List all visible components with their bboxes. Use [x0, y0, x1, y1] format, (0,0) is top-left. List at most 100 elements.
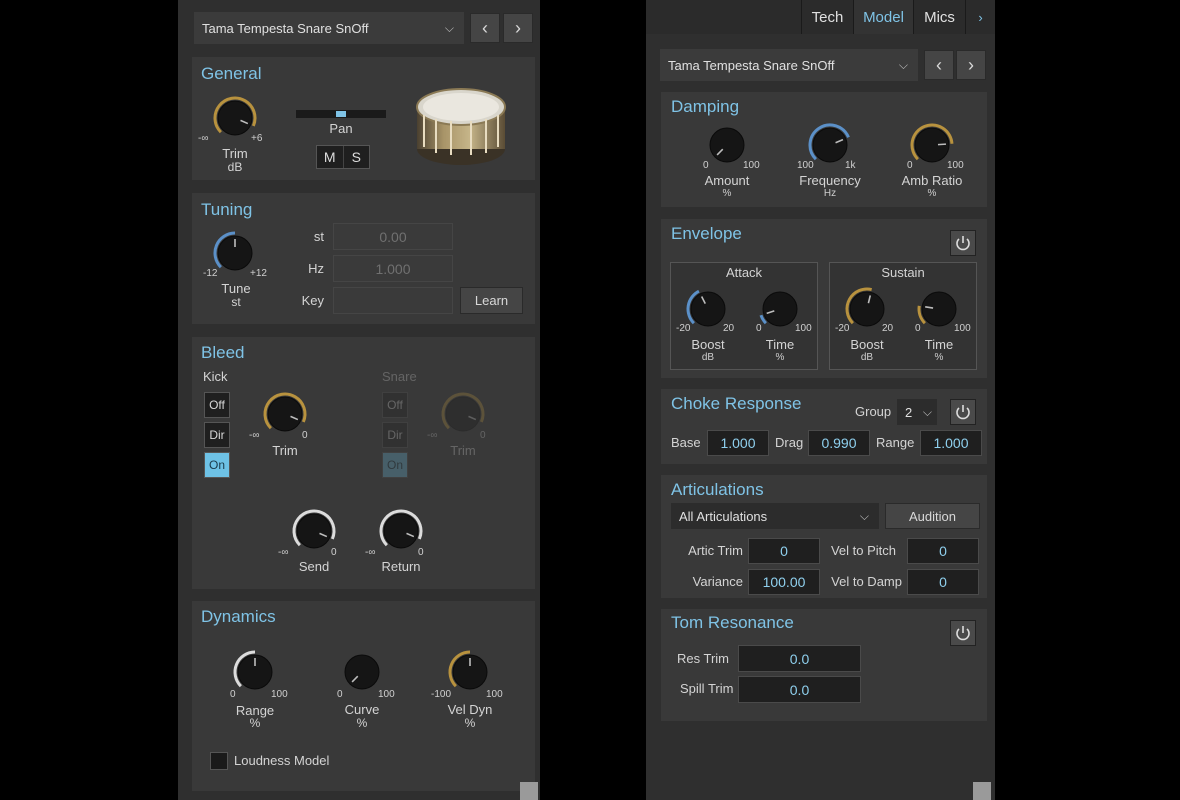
hz-label: Hz — [308, 261, 324, 276]
snare-off-button[interactable]: Off — [382, 392, 408, 418]
damping-section: Damping 0 100 Amount % 100 1k Frequency … — [661, 92, 987, 207]
damping-title: Damping — [671, 97, 740, 116]
tune-min: -12 — [203, 268, 218, 279]
tab-mics[interactable]: Mics — [913, 0, 965, 34]
envelope-power-button[interactable] — [950, 230, 976, 256]
learn-button[interactable]: Learn — [460, 287, 523, 314]
return-label: Return — [381, 559, 421, 574]
right-previous-preset-button[interactable]: ‹ — [924, 50, 954, 80]
range-label: Range — [876, 435, 915, 450]
drag-field[interactable]: 0.990 — [808, 430, 870, 456]
snare-bleed-group: Snare Off Dir On -∞ 0 Trim — [378, 367, 512, 485]
next-preset-button[interactable]: › — [503, 13, 533, 43]
amount-max: 100 — [743, 160, 760, 171]
curve-min: 0 — [337, 689, 343, 700]
articulation-select[interactable]: All Articulations ⌵ — [671, 503, 879, 529]
general-title: General — [201, 64, 262, 83]
tom-resonance-title: Tom Resonance — [671, 613, 794, 632]
tom-resonance-section: Tom Resonance Res Trim 0.0 Spill Trim 0.… — [661, 609, 987, 721]
chevron-left-icon: ‹ — [482, 17, 488, 38]
return-min: -∞ — [365, 547, 376, 558]
hz-field[interactable]: 1.000 — [333, 255, 453, 282]
snare-dir-button[interactable]: Dir — [382, 422, 408, 448]
range-field[interactable]: 1.000 — [920, 430, 982, 456]
choke-power-button[interactable] — [950, 399, 976, 425]
preset-select[interactable]: Tama Tempesta Snare SnOff ⌵ — [194, 12, 464, 44]
chevron-down-icon: ⌵ — [898, 58, 908, 72]
artic-trim-field[interactable]: 0 — [748, 538, 820, 564]
amb-ratio-min: 0 — [907, 160, 913, 171]
pan-slider[interactable] — [296, 110, 386, 118]
trim-label: Trim — [222, 146, 248, 161]
kick-on-button[interactable]: On — [204, 452, 230, 478]
tab-model[interactable]: Model — [853, 0, 913, 34]
group-select[interactable]: 2 ⌵ — [897, 399, 937, 425]
snare-on-button[interactable]: On — [382, 452, 408, 478]
curve-max: 100 — [378, 689, 395, 700]
group-value: 2 — [905, 404, 913, 420]
tuning-section: Tuning -12 +12 Tune st st 0.00 Hz 1.000 … — [192, 193, 535, 324]
audition-button[interactable]: Audition — [885, 503, 980, 529]
amb-ratio-max: 100 — [947, 160, 964, 171]
loudness-model-checkbox[interactable] — [210, 752, 228, 770]
right-panel: Tech Model Mics › Tama Tempesta Snare Sn… — [646, 0, 995, 800]
solo-button[interactable]: S — [344, 146, 370, 168]
range-max: 100 — [271, 689, 288, 700]
sustain-boost-unit: dB — [860, 352, 874, 363]
key-field[interactable] — [333, 287, 453, 314]
attack-group: Attack -20 20 Boost dB 0 100 Time % — [670, 262, 818, 370]
spill-trim-label: Spill Trim — [680, 681, 734, 696]
st-field[interactable]: 0.00 — [333, 223, 453, 250]
variance-field[interactable]: 100.00 — [748, 569, 820, 595]
attack-boost-min: -20 — [676, 323, 691, 334]
chevron-down-icon: ⌵ — [444, 21, 454, 35]
key-label: Key — [301, 293, 324, 308]
collapse-panel-button[interactable]: › — [965, 0, 995, 34]
previous-preset-button[interactable]: ‹ — [470, 13, 500, 43]
right-next-preset-button[interactable]: › — [956, 50, 986, 80]
variance-label: Variance — [692, 574, 743, 589]
attack-boost-max: 20 — [723, 323, 735, 334]
range-min: 0 — [230, 689, 236, 700]
tom-power-button[interactable] — [950, 620, 976, 646]
tab-tech[interactable]: Tech — [801, 0, 853, 34]
sustain-time-min: 0 — [915, 323, 921, 334]
kick-off-button[interactable]: Off — [204, 392, 230, 418]
frequency-label: Frequency — [799, 173, 861, 188]
vel-dyn-max: 100 — [486, 689, 503, 700]
amb-ratio-unit: % — [927, 188, 937, 199]
snare-trim-label: Trim — [450, 443, 476, 458]
mute-button[interactable]: M — [317, 146, 344, 168]
trim-unit: dB — [227, 160, 243, 174]
kick-dir-button[interactable]: Dir — [204, 422, 230, 448]
sustain-label: Sustain — [881, 265, 925, 280]
snare-trim-min: -∞ — [427, 430, 438, 441]
articulation-value: All Articulations — [679, 508, 768, 524]
sustain-boost-min: -20 — [835, 323, 850, 334]
vel-to-damp-field[interactable]: 0 — [907, 569, 979, 595]
artic-trim-label: Artic Trim — [688, 543, 743, 558]
vel-dyn-label: Vel Dyn — [447, 702, 493, 717]
mute-solo-group: M S — [316, 145, 370, 169]
kick-trim-min: -∞ — [249, 430, 260, 441]
sustain-time-label: Time — [924, 337, 954, 352]
right-preset-select[interactable]: Tama Tempesta Snare SnOff ⌵ — [660, 49, 918, 81]
trim-min: -∞ — [198, 133, 209, 144]
chevron-right-icon: › — [968, 54, 974, 75]
frequency-unit: Hz — [823, 188, 837, 199]
tune-label: Tune — [221, 281, 251, 296]
snare-trim-max: 0 — [480, 430, 486, 441]
articulations-section: Articulations All Articulations ⌵ Auditi… — [661, 475, 987, 598]
right-preset-name: Tama Tempesta Snare SnOff — [668, 57, 835, 73]
base-field[interactable]: 1.000 — [707, 430, 769, 456]
res-trim-field[interactable]: 0.0 — [738, 645, 861, 672]
spill-trim-field[interactable]: 0.0 — [738, 676, 861, 703]
vel-dyn-min: -100 — [431, 689, 452, 700]
left-panel: Tama Tempesta Snare SnOff ⌵ ‹ › General … — [178, 0, 540, 800]
drag-label: Drag — [775, 435, 804, 450]
right-resize-handle[interactable] — [973, 782, 991, 800]
chevron-down-icon: ⌵ — [922, 405, 932, 419]
resize-handle[interactable] — [520, 782, 538, 800]
vel-to-pitch-field[interactable]: 0 — [907, 538, 979, 564]
envelope-section: Envelope Attack -20 20 Boost dB 0 100 Ti… — [661, 219, 987, 378]
